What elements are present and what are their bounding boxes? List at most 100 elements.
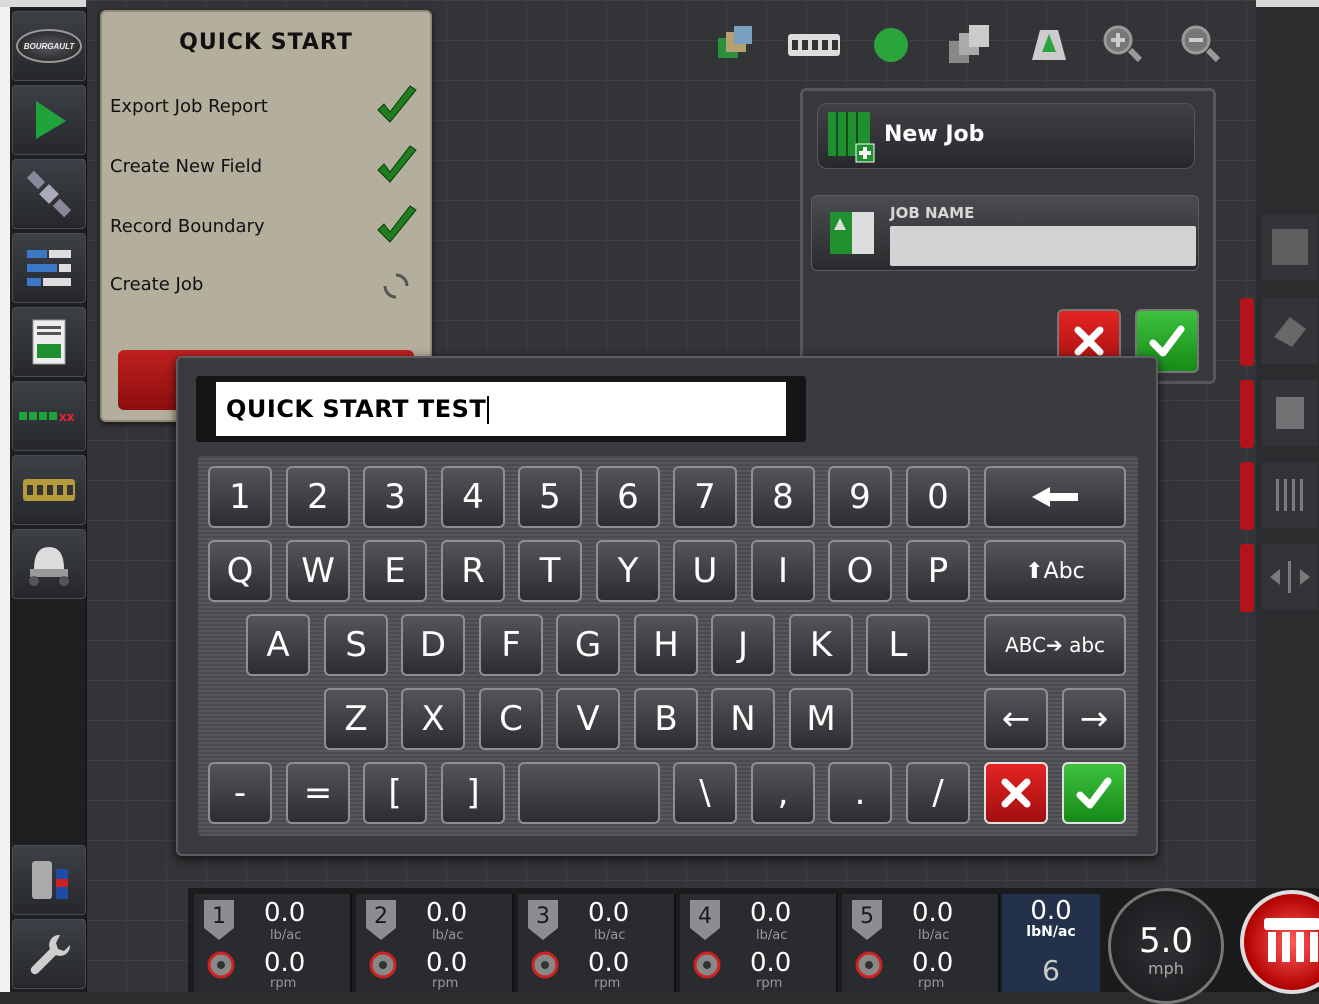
meter-gear-icon [693, 951, 721, 979]
text-caret [487, 396, 490, 424]
seeder-button[interactable] [12, 529, 86, 599]
speedometer[interactable]: 5.0 mph [1108, 888, 1224, 1004]
key-slash[interactable]: / [906, 762, 970, 824]
key-j[interactable]: J [711, 614, 775, 676]
key-period[interactable]: . [828, 762, 892, 824]
space-key[interactable] [518, 762, 660, 824]
key-i[interactable]: I [751, 540, 815, 602]
key-left-bracket[interactable]: [ [363, 762, 427, 824]
key-l[interactable]: L [866, 614, 930, 676]
key-backslash[interactable]: \ [673, 762, 737, 824]
key-3[interactable]: 3 [363, 466, 427, 528]
navigation-button[interactable] [12, 85, 86, 155]
quick-start-step[interactable]: Create New Field [110, 145, 420, 188]
key-comma[interactable]: , [751, 762, 815, 824]
key-n[interactable]: N [711, 688, 775, 750]
keyboard-keys: 1 2 3 4 5 6 7 8 9 0 Q W E R T Y U I O P … [198, 456, 1138, 836]
logo-button[interactable]: BOURGAULT [12, 11, 86, 81]
section-status[interactable]: 1 0.0 lb/ac 0.0 rpm [194, 894, 352, 992]
key-y[interactable]: Y [596, 540, 660, 602]
key-u[interactable]: U [673, 540, 737, 602]
key-6[interactable]: 6 [596, 466, 660, 528]
key-f[interactable]: F [479, 614, 543, 676]
key-minus[interactable]: - [208, 762, 272, 824]
globe-view-button[interactable] [868, 22, 914, 68]
meter-gear-icon [369, 951, 397, 979]
key-r[interactable]: R [441, 540, 505, 602]
zoom-in-button[interactable] [1100, 22, 1146, 68]
gps-button[interactable] [12, 159, 86, 229]
check-icon [377, 85, 417, 123]
right-tab-4[interactable] [1240, 544, 1254, 612]
key-c[interactable]: C [479, 688, 543, 750]
right-tab-1[interactable] [1240, 298, 1254, 366]
key-d[interactable]: D [401, 614, 465, 676]
right-tool-map[interactable] [1262, 214, 1318, 280]
quick-start-step[interactable]: Create Job [110, 266, 420, 306]
key-z[interactable]: Z [324, 688, 388, 750]
map-tile-icon [1272, 229, 1308, 265]
key-v[interactable]: V [556, 688, 620, 750]
key-q[interactable]: Q [208, 540, 272, 602]
section-status[interactable]: 2 0.0 lb/ac 0.0 rpm [356, 894, 514, 992]
key-m[interactable]: M [789, 688, 853, 750]
key-7[interactable]: 7 [673, 466, 737, 528]
job-name-field[interactable] [890, 226, 1196, 266]
key-e[interactable]: E [363, 540, 427, 602]
section-status[interactable]: 3 0.0 lb/ac 0.0 rpm [518, 894, 676, 992]
section-status[interactable]: 5 0.0 lb/ac 0.0 rpm [842, 894, 1000, 992]
section-rpm-unit: rpm [594, 976, 621, 991]
key-g[interactable]: G [556, 614, 620, 676]
wrench-icon [30, 934, 71, 975]
key-right-bracket[interactable]: ] [441, 762, 505, 824]
key-s[interactable]: S [324, 614, 388, 676]
key-2[interactable]: 2 [286, 466, 350, 528]
key-w[interactable]: W [286, 540, 350, 602]
key-5[interactable]: 5 [518, 466, 582, 528]
layers-toolbar-button[interactable] [712, 22, 758, 68]
right-tool-field[interactable] [1262, 380, 1318, 446]
right-tool-rows[interactable] [1262, 462, 1318, 528]
quick-start-step[interactable]: Export Job Report [110, 85, 420, 128]
caps-toggle-key[interactable]: ABC➔ abc [984, 614, 1126, 676]
key-k[interactable]: K [789, 614, 853, 676]
keyboard-text-input[interactable]: QUICK START TEST [216, 382, 786, 436]
shift-key[interactable]: ⬆Abc [984, 540, 1126, 602]
right-tab-2[interactable] [1240, 380, 1254, 448]
key-h[interactable]: H [634, 614, 698, 676]
cursor-left-key[interactable]: ← [984, 688, 1048, 750]
key-8[interactable]: 8 [751, 466, 815, 528]
right-tool-shift[interactable] [1262, 544, 1318, 610]
key-p[interactable]: P [906, 540, 970, 602]
cursor-right-key[interactable]: → [1062, 688, 1126, 750]
key-o[interactable]: O [828, 540, 892, 602]
settings-button[interactable] [12, 919, 86, 989]
backspace-key[interactable] [984, 466, 1126, 528]
key-0[interactable]: 0 [906, 466, 970, 528]
tank-meter-button[interactable] [12, 845, 86, 915]
keyboard-ok-button[interactable] [1062, 762, 1126, 824]
right-tab-3[interactable] [1240, 462, 1254, 530]
key-t[interactable]: T [518, 540, 582, 602]
implement-button[interactable] [12, 455, 86, 525]
key-b[interactable]: B [634, 688, 698, 750]
quick-start-step[interactable]: Record Boundary [110, 205, 420, 248]
key-x[interactable]: X [401, 688, 465, 750]
section-control-button[interactable]: xx [12, 381, 86, 451]
zoom-out-button[interactable] [1178, 22, 1224, 68]
total-rate-panel[interactable]: 0.0 lbN/ac 6 [1002, 894, 1100, 992]
copy-view-button[interactable] [946, 22, 992, 68]
key-4[interactable]: 4 [441, 466, 505, 528]
key-1[interactable]: 1 [208, 466, 272, 528]
key-9[interactable]: 9 [828, 466, 892, 528]
keyboard-cancel-button[interactable] [984, 762, 1048, 824]
new-job-button[interactable]: New Job [817, 103, 1195, 169]
section-status[interactable]: 4 0.0 lb/ac 0.0 rpm [680, 894, 838, 992]
key-a[interactable]: A [246, 614, 310, 676]
implement-toolbar-button[interactable] [786, 22, 842, 68]
key-equals[interactable]: = [286, 762, 350, 824]
layers-button[interactable] [12, 233, 86, 303]
right-tool-eraser[interactable] [1262, 298, 1318, 364]
perspective-view-button[interactable] [1026, 22, 1072, 68]
job-report-button[interactable] [12, 307, 86, 377]
